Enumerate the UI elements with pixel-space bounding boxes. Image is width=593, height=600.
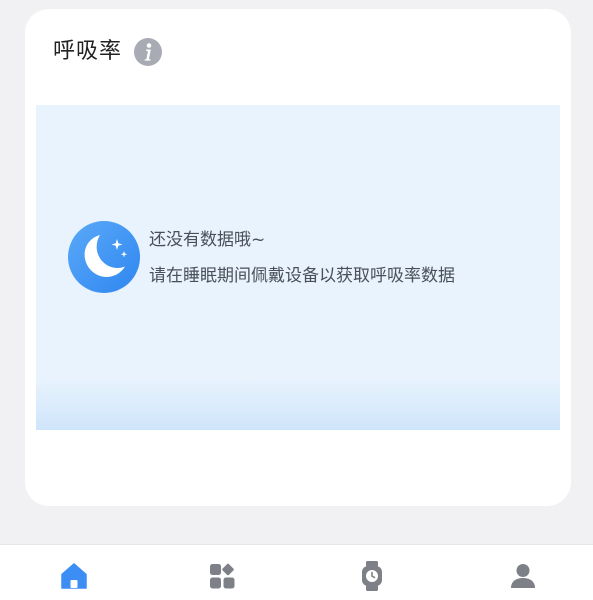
empty-state-description: 请在睡眠期间佩戴设备以获取呼吸率数据	[149, 266, 455, 286]
empty-state-panel: 还没有数据哦~ 请在睡眠期间佩戴设备以获取呼吸率数据	[36, 105, 560, 430]
apps-icon	[210, 563, 235, 589]
card-header: 呼吸率	[53, 37, 163, 67]
respiratory-rate-card: 呼吸率 还没有数据哦~ 请在睡眠期间佩戴设备以获取呼吸率数据	[25, 9, 571, 506]
empty-state-title: 还没有数据哦~	[149, 230, 266, 250]
profile-icon	[511, 564, 535, 588]
info-icon[interactable]	[134, 38, 163, 66]
home-icon	[61, 563, 87, 589]
empty-state-text: 还没有数据哦~ 请在睡眠期间佩戴设备以获取呼吸率数据	[149, 229, 455, 287]
bottom-navigation-bar	[0, 544, 593, 600]
nav-apps-tab[interactable]	[205, 559, 239, 593]
moon-stars-icon	[68, 221, 140, 293]
nav-profile-tab[interactable]	[506, 559, 540, 593]
watch-icon	[362, 561, 382, 591]
nav-device-tab[interactable]	[355, 559, 389, 593]
nav-home-tab[interactable]	[57, 559, 91, 593]
card-title: 呼吸率	[53, 39, 123, 64]
